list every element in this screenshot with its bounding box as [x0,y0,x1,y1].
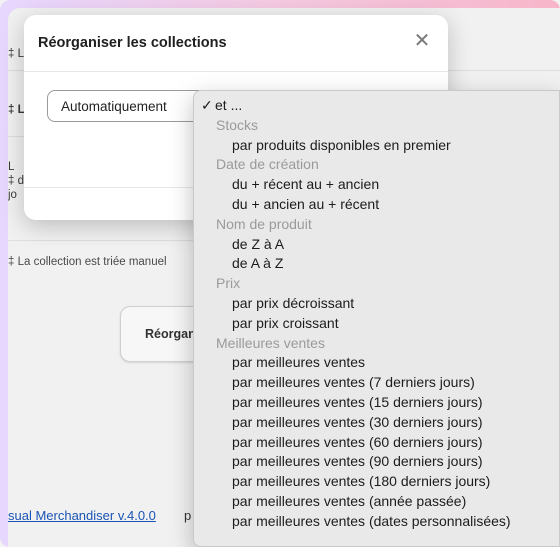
menu-group-price: Prix [216,275,241,292]
menu-group-bestsellers: Meilleures ventes [216,334,325,351]
sort-options-dropdown: ✓ et ... Stocks par produits disponibles … [193,90,560,547]
menu-item[interactable]: du + ancien au + récent [194,195,559,215]
menu-item[interactable]: par meilleures ventes (dates personnalis… [194,512,559,532]
menu-item[interactable]: du + récent au + ancien [194,175,559,195]
menu-item[interactable]: par meilleures ventes (60 derniers jours… [194,433,559,453]
menu-item-label: et ... [215,97,243,113]
menu-item[interactable]: par meilleures ventes (7 derniers jours) [194,373,559,393]
bg-row-4: ‡ La collection est triée manuel [8,256,167,268]
bg-row-1: ‡ L [8,48,24,60]
app-version-link[interactable]: sual Merchandiser v.4.0.0 [8,508,156,523]
menu-item[interactable]: par meilleures ventes (30 derniers jours… [194,413,559,433]
bg-row-2: ‡ L [8,104,25,116]
menu-group-stocks: Stocks [216,116,259,133]
menu-item[interactable]: par meilleures ventes [194,353,559,373]
menu-item[interactable]: par meilleures ventes (180 derniers jour… [194,472,559,492]
bg-row-3: L ‡ d jo [8,161,24,201]
sort-mode-value: Automatiquement [61,98,167,114]
menu-item[interactable]: par prix croissant [194,314,559,334]
menu-item[interactable]: de A à Z [194,254,559,274]
menu-item[interactable]: par prix décroissant [194,294,559,314]
menu-group-name: Nom de produit [216,215,312,232]
menu-item[interactable]: par meilleures ventes (15 derniers jours… [194,393,559,413]
checkmark-icon: ✓ [201,97,213,113]
menu-item[interactable]: par meilleures ventes (année passée) [194,492,559,512]
footer-text: p [184,508,192,523]
modal-divider [24,71,448,72]
menu-item[interactable]: par produits disponibles en premier [194,136,559,156]
modal-title: Réorganiser les collections [38,35,227,51]
menu-item[interactable]: par meilleures ventes (90 derniers jours… [194,452,559,472]
close-icon[interactable]: ✕ [412,31,432,51]
menu-item[interactable]: de Z à A [194,235,559,255]
menu-item-selected[interactable]: ✓ et ... [194,96,559,116]
menu-group-date: Date de création [216,156,319,173]
